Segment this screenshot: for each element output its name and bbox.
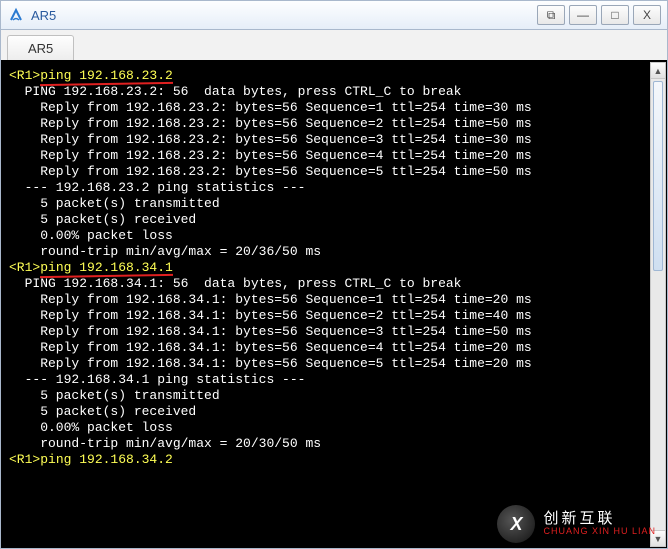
terminal-command: ping 192.168.34.1 xyxy=(40,260,173,275)
terminal-line: PING 192.168.34.1: 56 data bytes, press … xyxy=(9,276,659,292)
window-title: AR5 xyxy=(31,8,537,23)
window-controls: ⧉ — □ X xyxy=(537,5,661,25)
terminal-area[interactable]: <R1>ping 192.168.23.2 PING 192.168.23.2:… xyxy=(0,60,668,549)
terminal-line: --- 192.168.23.2 ping statistics --- xyxy=(9,180,659,196)
close-button[interactable]: X xyxy=(633,5,661,25)
terminal-line: 5 packet(s) transmitted xyxy=(9,196,659,212)
terminal-line: Reply from 192.168.34.1: bytes=56 Sequen… xyxy=(9,324,659,340)
tab-label: AR5 xyxy=(28,41,53,56)
scroll-thumb[interactable] xyxy=(653,81,663,271)
minimize-button[interactable]: — xyxy=(569,5,597,25)
terminal-line: Reply from 192.168.23.2: bytes=56 Sequen… xyxy=(9,100,659,116)
maximize-button[interactable]: □ xyxy=(601,5,629,25)
terminal-line: Reply from 192.168.23.2: bytes=56 Sequen… xyxy=(9,116,659,132)
terminal-line: Reply from 192.168.34.1: bytes=56 Sequen… xyxy=(9,292,659,308)
terminal-output: <R1>ping 192.168.23.2 PING 192.168.23.2:… xyxy=(1,60,667,476)
terminal-line: Reply from 192.168.23.2: bytes=56 Sequen… xyxy=(9,148,659,164)
tab-ar5[interactable]: AR5 xyxy=(7,35,74,60)
terminal-line: --- 192.168.34.1 ping statistics --- xyxy=(9,372,659,388)
terminal-line: 5 packet(s) transmitted xyxy=(9,388,659,404)
tab-bar: AR5 xyxy=(0,30,668,60)
popout-button[interactable]: ⧉ xyxy=(537,5,565,25)
terminal-line: Reply from 192.168.34.1: bytes=56 Sequen… xyxy=(9,340,659,356)
window-titlebar: AR5 ⧉ — □ X xyxy=(0,0,668,30)
scroll-down-button[interactable]: ▼ xyxy=(651,530,665,546)
terminal-line: Reply from 192.168.34.1: bytes=56 Sequen… xyxy=(9,356,659,372)
terminal-prompt: <R1> xyxy=(9,260,40,275)
terminal-command: ping 192.168.23.2 xyxy=(40,68,173,83)
terminal-line: PING 192.168.23.2: 56 data bytes, press … xyxy=(9,84,659,100)
terminal-line: Reply from 192.168.34.1: bytes=56 Sequen… xyxy=(9,308,659,324)
terminal-prompt: <R1> xyxy=(9,68,40,83)
terminal-line: 0.00% packet loss xyxy=(9,420,659,436)
app-icon xyxy=(7,6,25,24)
vertical-scrollbar[interactable]: ▲ ▼ xyxy=(650,62,666,547)
terminal-prompt: <R1> xyxy=(9,452,40,467)
terminal-line: 5 packet(s) received xyxy=(9,404,659,420)
terminal-line: Reply from 192.168.23.2: bytes=56 Sequen… xyxy=(9,164,659,180)
terminal-line: 0.00% packet loss xyxy=(9,228,659,244)
terminal-command: ping 192.168.34.2 xyxy=(40,452,173,467)
terminal-line: round-trip min/avg/max = 20/36/50 ms xyxy=(9,244,659,260)
terminal-line: Reply from 192.168.23.2: bytes=56 Sequen… xyxy=(9,132,659,148)
scroll-up-button[interactable]: ▲ xyxy=(651,63,665,79)
terminal-line: 5 packet(s) received xyxy=(9,212,659,228)
terminal-line: round-trip min/avg/max = 20/30/50 ms xyxy=(9,436,659,452)
